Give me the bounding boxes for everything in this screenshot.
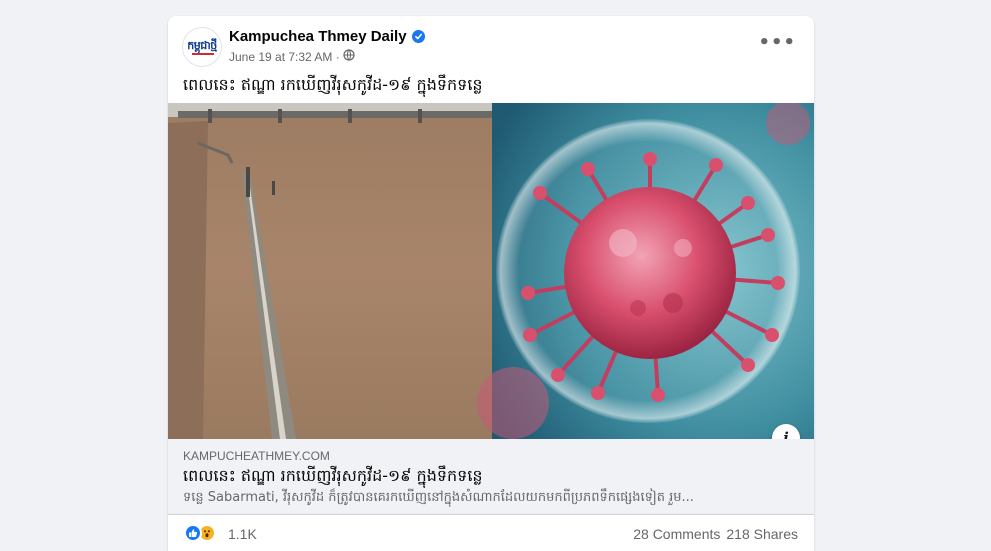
globe-icon [343,49,355,64]
link-domain: KAMPUCHEATHMEY.COM [183,449,330,463]
shares-count[interactable]: 218 Shares [726,526,798,542]
reaction-icons[interactable] [184,524,216,542]
page-name-link[interactable]: Kampuchea Thmey Daily [229,28,407,45]
avatar-logo-underline [192,53,214,55]
reactions-bar: 1.1K 28 Comments 218 Shares [168,515,814,551]
post-image-graphic [168,103,814,439]
link-preview[interactable]: KAMPUCHEATHMEY.COM ពេលនេះ ឥណ្ឌា រកឃើញវីរ… [168,439,814,515]
like-reaction-icon [184,524,202,542]
verified-badge-icon [411,30,425,43]
link-description: ទន្លេ Sabarmati, វីរុសកូវីដ ក៏ត្រូវបានគេ… [183,490,694,505]
page-avatar[interactable]: កម្ពុជាថ្មី [182,27,222,67]
post-card: កម្ពុជាថ្មី Kampuchea Thmey Daily June 1… [168,16,814,551]
more-options-icon[interactable]: ••• [758,34,796,52]
engagement-counts: 28 Comments 218 Shares [633,526,798,542]
link-title: ពេលនេះ ឥណ្ឌា រកឃើញវីរុសកូវីដ-១៩ ក្នុងទឹក… [183,466,483,485]
post-header: កម្ពុជាថ្មី Kampuchea Thmey Daily June 1… [168,16,814,104]
post-meta: June 19 at 7:32 AM · [229,49,355,64]
post-timestamp[interactable]: June 19 at 7:32 AM · [229,50,340,64]
post-body-text: ពេលនេះ ឥណ្ឌា រកឃើញវីរុសកូវីដ-១៩ ក្នុងទឹក… [183,75,483,94]
comments-count[interactable]: 28 Comments [633,526,720,542]
post-image[interactable] [168,103,814,439]
reaction-count[interactable]: 1.1K [228,526,257,542]
page-name-row: Kampuchea Thmey Daily [229,28,425,45]
